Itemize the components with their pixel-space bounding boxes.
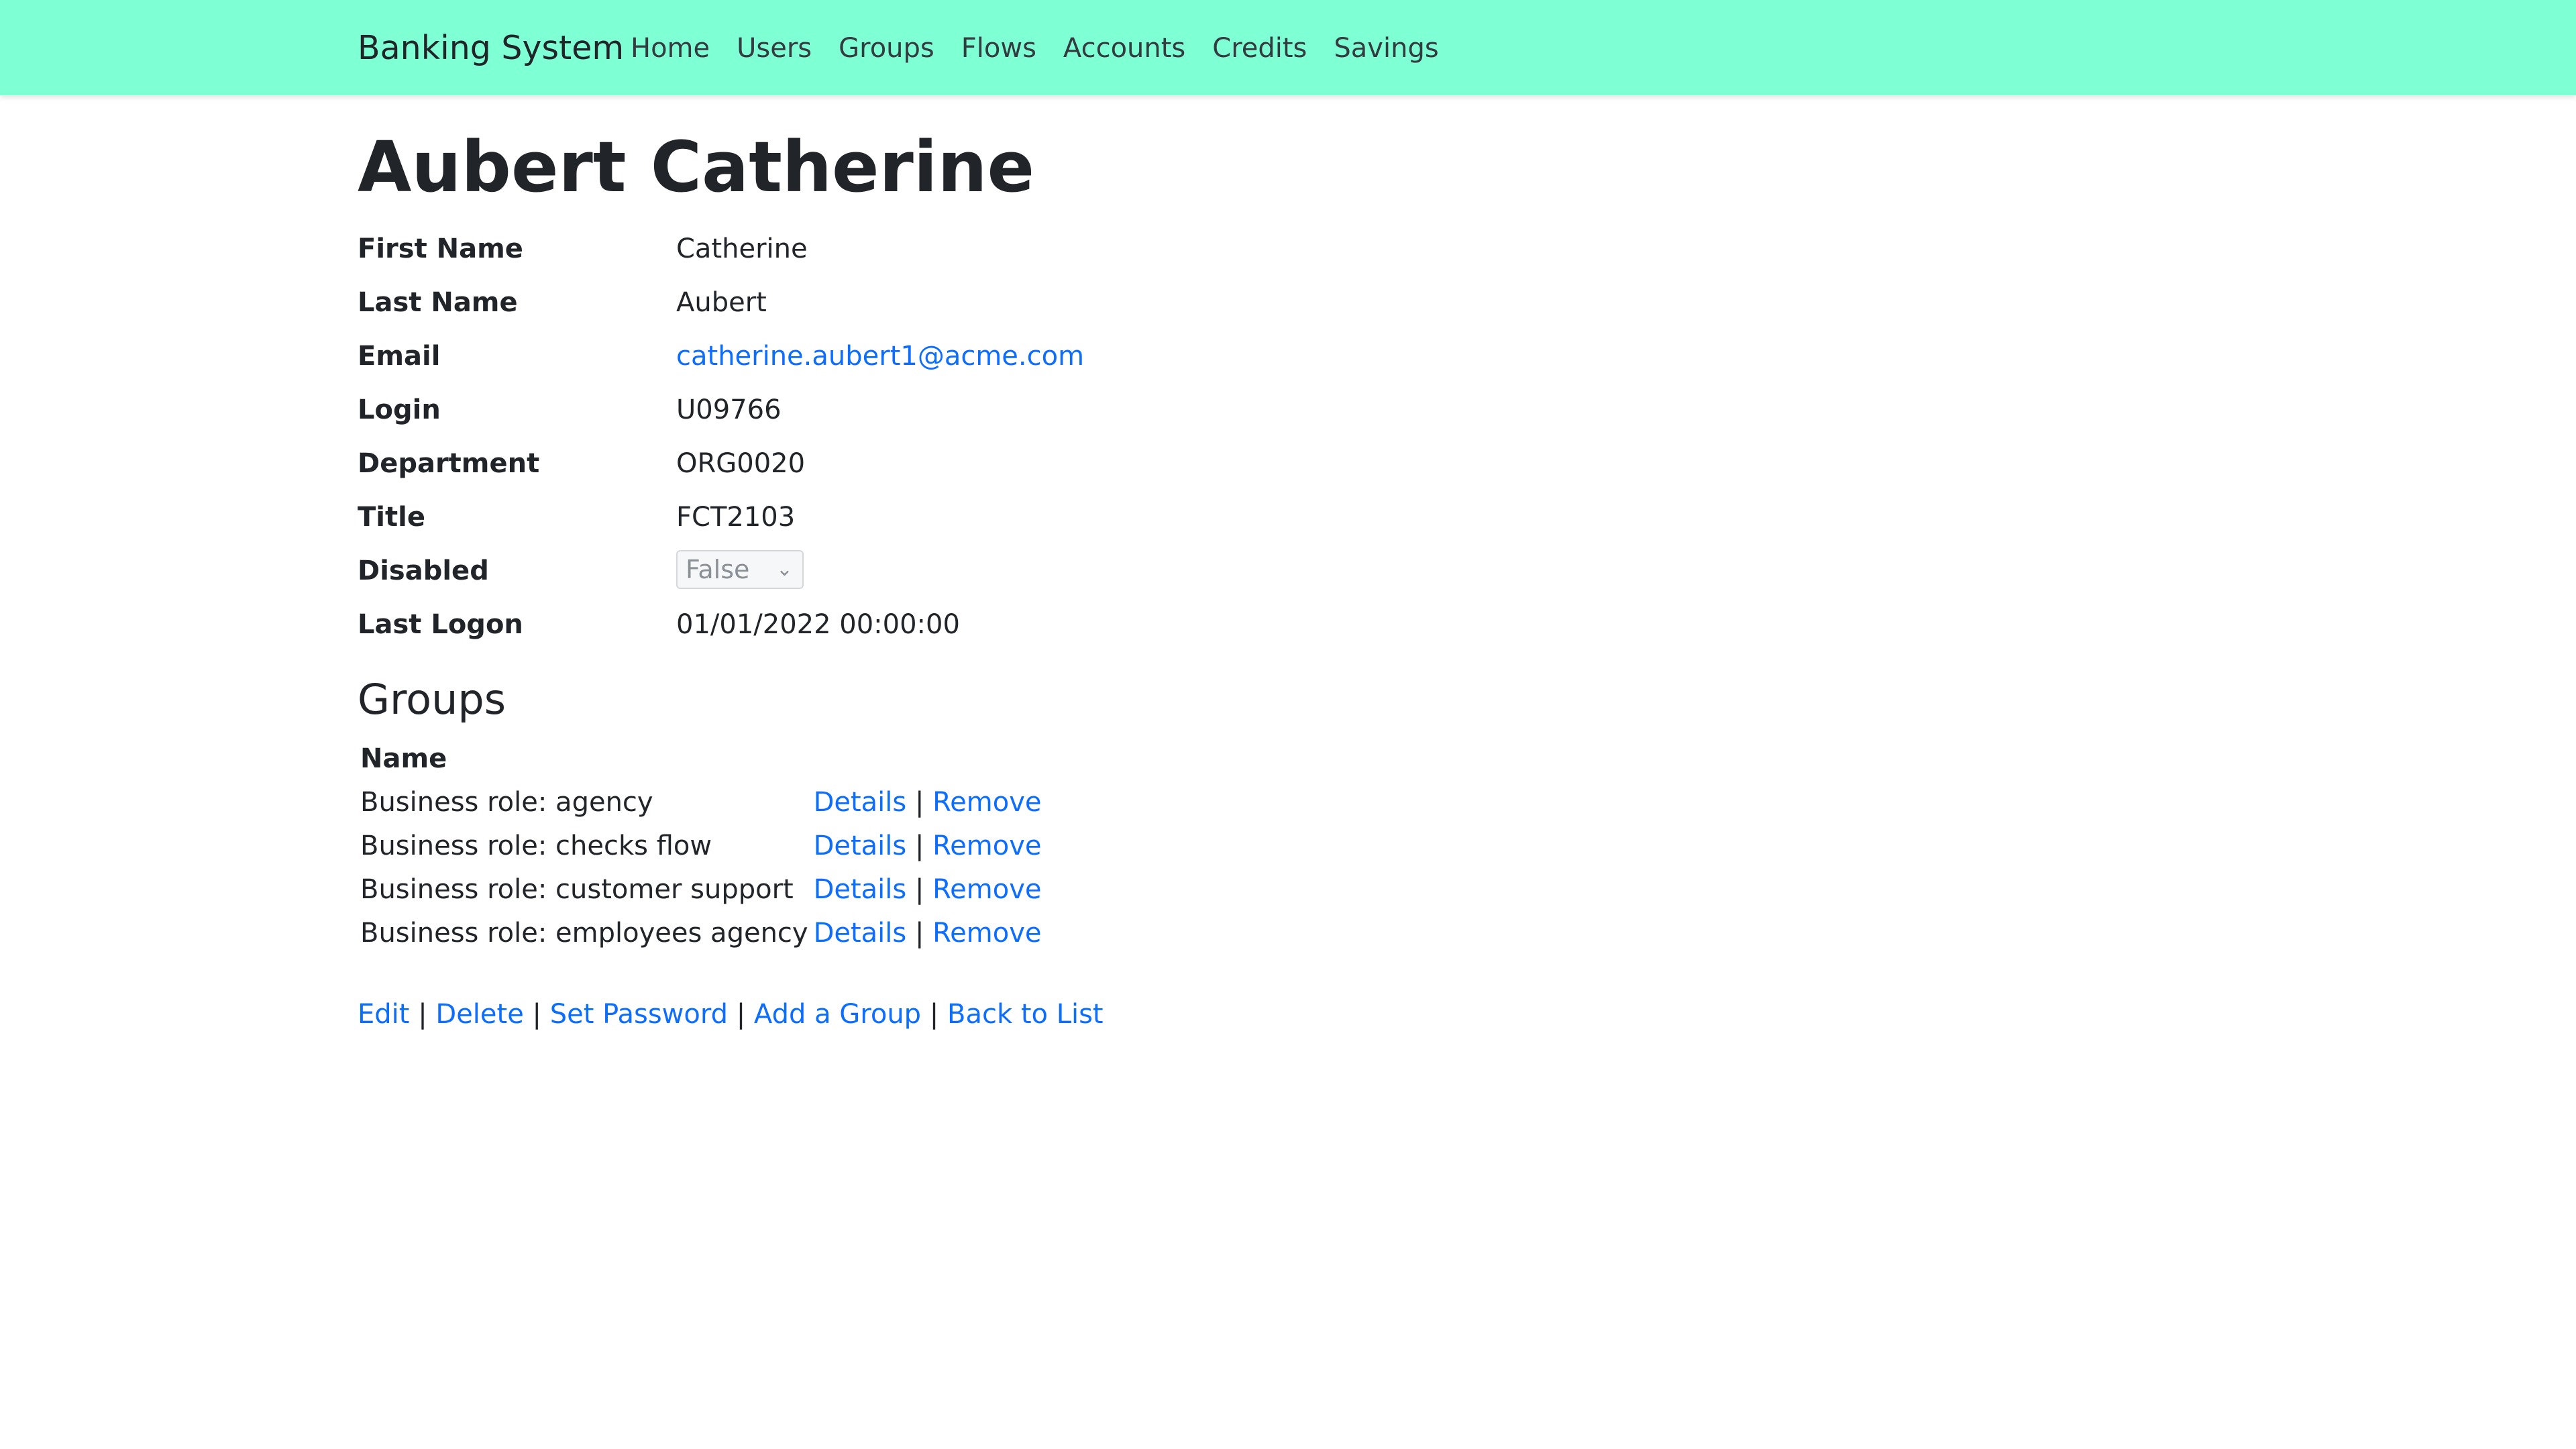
- last-logon-row: Last Logon 01/01/2022 00:00:00: [358, 604, 1699, 658]
- group-actions: Details | Remove: [811, 824, 1044, 868]
- table-row: Business role: checks flow Details | Rem…: [358, 824, 1044, 868]
- title-value: FCT2103: [676, 502, 796, 533]
- details-link[interactable]: Details: [814, 830, 907, 861]
- separator: |: [929, 999, 939, 1030]
- column-header-name: Name: [360, 743, 447, 774]
- separator: |: [736, 999, 746, 1030]
- last-name-value: Aubert: [676, 287, 767, 318]
- separator: |: [914, 787, 924, 818]
- last-logon-value: 01/01/2022 00:00:00: [676, 609, 960, 640]
- group-actions: Details | Remove: [811, 781, 1044, 824]
- last-name-label: Last Name: [358, 287, 518, 318]
- details-link[interactable]: Details: [814, 918, 907, 949]
- department-row: Department ORG0020: [358, 443, 1699, 497]
- nav-item-users[interactable]: Users: [737, 30, 812, 67]
- nav-item-flows[interactable]: Flows: [961, 30, 1036, 67]
- groups-table-header: Name: [358, 737, 1044, 781]
- add-group-link[interactable]: Add a Group: [754, 999, 921, 1030]
- title-row: Title FCT2103: [358, 497, 1699, 551]
- group-name: Business role: agency: [360, 787, 653, 818]
- user-details: First Name Catherine Last Name Aubert Em…: [358, 229, 1699, 658]
- disabled-row: Disabled False ⌄: [358, 550, 1699, 604]
- email-link[interactable]: catherine.aubert1@acme.com: [676, 341, 1084, 372]
- page-actions: Edit | Delete | Set Password | Add a Gro…: [358, 994, 1104, 1034]
- details-link[interactable]: Details: [814, 874, 907, 905]
- chevron-down-icon: ⌄: [775, 557, 793, 581]
- nav-item-credits[interactable]: Credits: [1212, 30, 1307, 67]
- nav-item-groups[interactable]: Groups: [839, 30, 934, 67]
- login-row: Login U09766: [358, 390, 1699, 443]
- separator: |: [532, 999, 542, 1030]
- disabled-select-value: False: [686, 555, 750, 584]
- department-value: ORG0020: [676, 448, 806, 479]
- group-actions: Details | Remove: [811, 912, 1044, 955]
- remove-link[interactable]: Remove: [932, 830, 1041, 861]
- column-header-actions: [811, 737, 1044, 781]
- group-name: Business role: customer support: [360, 874, 794, 905]
- email-label: Email: [358, 341, 441, 372]
- separator: |: [418, 999, 427, 1030]
- last-logon-label: Last Logon: [358, 609, 523, 640]
- disabled-select: False ⌄: [676, 550, 804, 589]
- first-name-row: First Name Catherine: [358, 229, 1699, 282]
- brand-link[interactable]: Banking System: [358, 27, 624, 70]
- first-name-value: Catherine: [676, 233, 808, 264]
- department-label: Department: [358, 448, 540, 479]
- page-title: Aubert Catherine: [358, 126, 1035, 208]
- remove-link[interactable]: Remove: [932, 787, 1041, 818]
- remove-link[interactable]: Remove: [932, 874, 1041, 905]
- remove-link[interactable]: Remove: [932, 918, 1041, 949]
- group-name: Business role: employees agency: [360, 918, 808, 949]
- nav-item-accounts[interactable]: Accounts: [1063, 30, 1185, 67]
- login-label: Login: [358, 394, 441, 425]
- last-name-row: Last Name Aubert: [358, 282, 1699, 336]
- set-password-link[interactable]: Set Password: [550, 999, 728, 1030]
- table-row: Business role: agency Details | Remove: [358, 781, 1044, 824]
- email-row: Email catherine.aubert1@acme.com: [358, 336, 1699, 390]
- separator: |: [914, 918, 924, 949]
- email-value-cell: catherine.aubert1@acme.com: [676, 336, 1084, 376]
- nav-item-savings[interactable]: Savings: [1334, 30, 1438, 67]
- back-to-list-link[interactable]: Back to List: [947, 999, 1104, 1030]
- group-actions: Details | Remove: [811, 868, 1044, 912]
- table-row: Business role: customer support Details …: [358, 868, 1044, 912]
- group-name: Business role: checks flow: [360, 830, 712, 861]
- login-value: U09766: [676, 394, 782, 425]
- groups-heading: Groups: [358, 675, 506, 724]
- separator: |: [914, 874, 924, 905]
- edit-link[interactable]: Edit: [358, 999, 409, 1030]
- nav-item-home[interactable]: Home: [631, 30, 710, 67]
- first-name-label: First Name: [358, 233, 523, 264]
- table-row: Business role: employees agency Details …: [358, 912, 1044, 955]
- details-link[interactable]: Details: [814, 787, 907, 818]
- nav-menu: Home Users Groups Flows Accounts Credits…: [631, 30, 1466, 67]
- title-label: Title: [358, 502, 425, 533]
- separator: |: [914, 830, 924, 861]
- delete-link[interactable]: Delete: [435, 999, 523, 1030]
- disabled-label: Disabled: [358, 555, 489, 586]
- groups-table: Name Business role: agency Details | Rem…: [358, 737, 1044, 955]
- navbar: Banking System Home Users Groups Flows A…: [0, 0, 2576, 95]
